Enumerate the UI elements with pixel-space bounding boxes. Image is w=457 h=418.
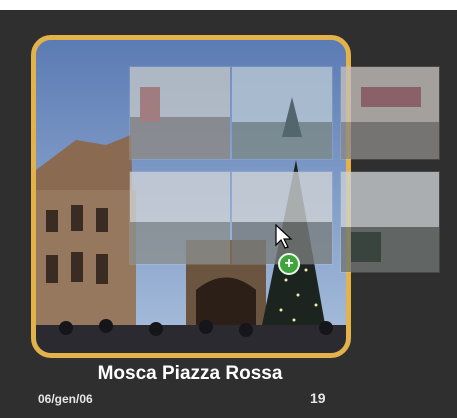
event-date: 06/gen/06 bbox=[38, 392, 93, 406]
dragged-photo bbox=[341, 67, 439, 159]
dragged-photo bbox=[130, 172, 230, 264]
event-title[interactable]: Mosca Piazza Rossa bbox=[60, 363, 320, 385]
plus-badge-icon: + bbox=[278, 253, 300, 275]
top-edge bbox=[0, 0, 457, 10]
event-tile[interactable]: + Mosca Piazza Rossa 06/gen/06 19 bbox=[0, 10, 457, 418]
dragged-photos-stack[interactable] bbox=[0, 10, 457, 310]
dragged-photo bbox=[232, 172, 332, 264]
event-photo-count: 19 bbox=[310, 390, 326, 406]
dragged-photo bbox=[232, 67, 332, 159]
dragged-photo bbox=[341, 172, 439, 272]
arrow-pointer-icon bbox=[275, 224, 293, 249]
dragged-photo bbox=[130, 67, 230, 159]
